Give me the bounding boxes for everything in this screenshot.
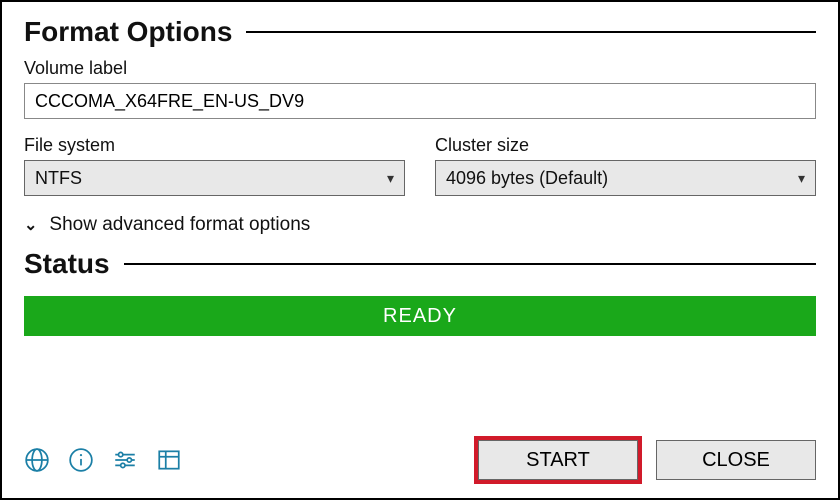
format-dialog: Format Options Volume label File system … bbox=[0, 0, 840, 500]
file-system-label: File system bbox=[24, 135, 405, 156]
status-text: READY bbox=[383, 305, 457, 328]
settings-icon[interactable] bbox=[112, 447, 138, 473]
status-bar: READY bbox=[24, 296, 816, 336]
chevron-down-icon: ▾ bbox=[387, 170, 394, 187]
divider bbox=[246, 31, 816, 33]
action-buttons: START CLOSE bbox=[478, 440, 816, 480]
file-system-select[interactable]: NTFS ▾ bbox=[24, 160, 405, 196]
start-button[interactable]: START bbox=[478, 440, 638, 480]
format-options-title: Format Options bbox=[24, 16, 232, 48]
bottom-row: START CLOSE bbox=[24, 440, 816, 480]
globe-icon[interactable] bbox=[24, 447, 50, 473]
info-icon[interactable] bbox=[68, 447, 94, 473]
format-options-header: Format Options bbox=[24, 16, 816, 48]
advanced-options-label: Show advanced format options bbox=[49, 214, 310, 236]
advanced-options-toggle[interactable]: ⌄ Show advanced format options bbox=[24, 214, 816, 236]
cluster-size-label: Cluster size bbox=[435, 135, 816, 156]
chevron-down-icon: ▾ bbox=[798, 170, 805, 187]
close-button[interactable]: CLOSE bbox=[656, 440, 816, 480]
chevron-down-icon: ⌄ bbox=[24, 215, 37, 235]
cluster-size-select[interactable]: 4096 bytes (Default) ▾ bbox=[435, 160, 816, 196]
status-title: Status bbox=[24, 248, 110, 280]
file-system-value: NTFS bbox=[35, 168, 82, 189]
volume-label-input[interactable] bbox=[24, 83, 816, 119]
cluster-size-value: 4096 bytes (Default) bbox=[446, 168, 608, 189]
status-header: Status bbox=[24, 248, 816, 280]
divider bbox=[124, 263, 816, 265]
toolbar-icons bbox=[24, 447, 182, 473]
log-icon[interactable] bbox=[156, 447, 182, 473]
volume-label-label: Volume label bbox=[24, 58, 816, 79]
